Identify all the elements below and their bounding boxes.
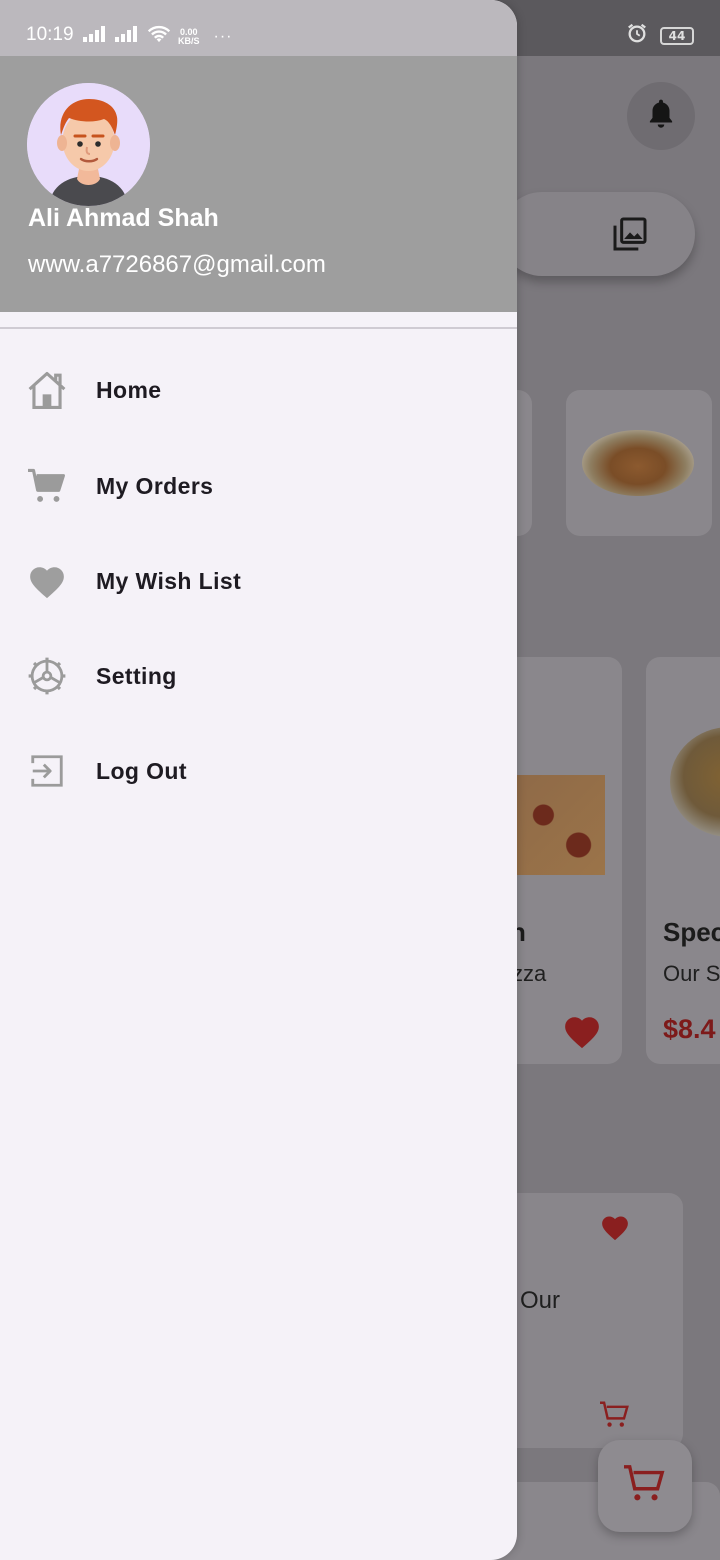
- menu-item-label: My Orders: [96, 472, 214, 499]
- battery-indicator: 44: [660, 26, 694, 45]
- cart-icon: [26, 465, 68, 507]
- heart-icon: [26, 560, 68, 602]
- gallery-icon[interactable]: [610, 214, 650, 259]
- status-time: 10:19: [26, 24, 74, 45]
- menu-item-my-wish-list[interactable]: My Wish List: [0, 541, 517, 621]
- cart-fab-button[interactable]: [598, 1440, 692, 1532]
- alarm-icon: [626, 22, 648, 49]
- add-to-cart-icon[interactable]: [598, 1400, 632, 1435]
- header-divider: [0, 327, 517, 329]
- menu-item-log-out[interactable]: Log Out: [0, 731, 517, 811]
- notification-button[interactable]: [627, 82, 695, 150]
- food-card-title: Spec: [663, 917, 720, 947]
- menu-item-label: Setting: [96, 662, 177, 689]
- settings-icon: [26, 655, 68, 697]
- signal-icon: [82, 25, 108, 48]
- food-card-price: $8.4: [663, 1014, 716, 1044]
- user-name: Ali Ahmad Shah: [28, 204, 219, 232]
- status-overflow: ···: [213, 27, 233, 45]
- wifi-icon: [146, 24, 172, 49]
- menu-item-label: Log Out: [96, 757, 187, 784]
- home-icon: [26, 369, 68, 411]
- signal-icon: [114, 25, 140, 48]
- status-bar: 10:19 0.00 KB/S ···: [0, 0, 517, 56]
- navigation-drawer: 10:19 0.00 KB/S ··· Ali Ahmad Shah www.a…: [0, 0, 517, 1560]
- menu-item-label: Home: [96, 376, 162, 403]
- food-list-card[interactable]: Our: [490, 1193, 683, 1448]
- logout-icon: [26, 750, 68, 792]
- user-email: www.a7726867@gmail.com: [28, 251, 326, 278]
- pizza-image: [517, 775, 605, 875]
- menu-item-label: My Wish List: [96, 567, 242, 594]
- food-card-subtitle: Our S: [663, 961, 720, 986]
- food-card[interactable]: Spec Our S $8.4: [646, 657, 720, 1064]
- food-card-subtitle: zza: [512, 961, 547, 986]
- network-speed: 0.00 KB/S: [178, 26, 200, 46]
- food-list-card-subtitle: Our: [520, 1287, 561, 1314]
- dish-image: [582, 430, 694, 496]
- menu-item-home[interactable]: Home: [0, 350, 517, 430]
- bell-icon: [645, 97, 677, 136]
- cart-icon: [621, 1463, 669, 1510]
- biryani-image: [670, 727, 720, 837]
- menu-item-setting[interactable]: Setting: [0, 636, 517, 716]
- category-card[interactable]: [566, 390, 712, 536]
- avatar[interactable]: [27, 83, 150, 206]
- heart-icon[interactable]: [600, 1213, 630, 1246]
- search-bar[interactable]: [500, 192, 695, 276]
- heart-icon[interactable]: [562, 1013, 602, 1054]
- drawer-header: Ali Ahmad Shah www.a7726867@gmail.com: [0, 56, 517, 312]
- menu-item-my-orders[interactable]: My Orders: [0, 446, 517, 526]
